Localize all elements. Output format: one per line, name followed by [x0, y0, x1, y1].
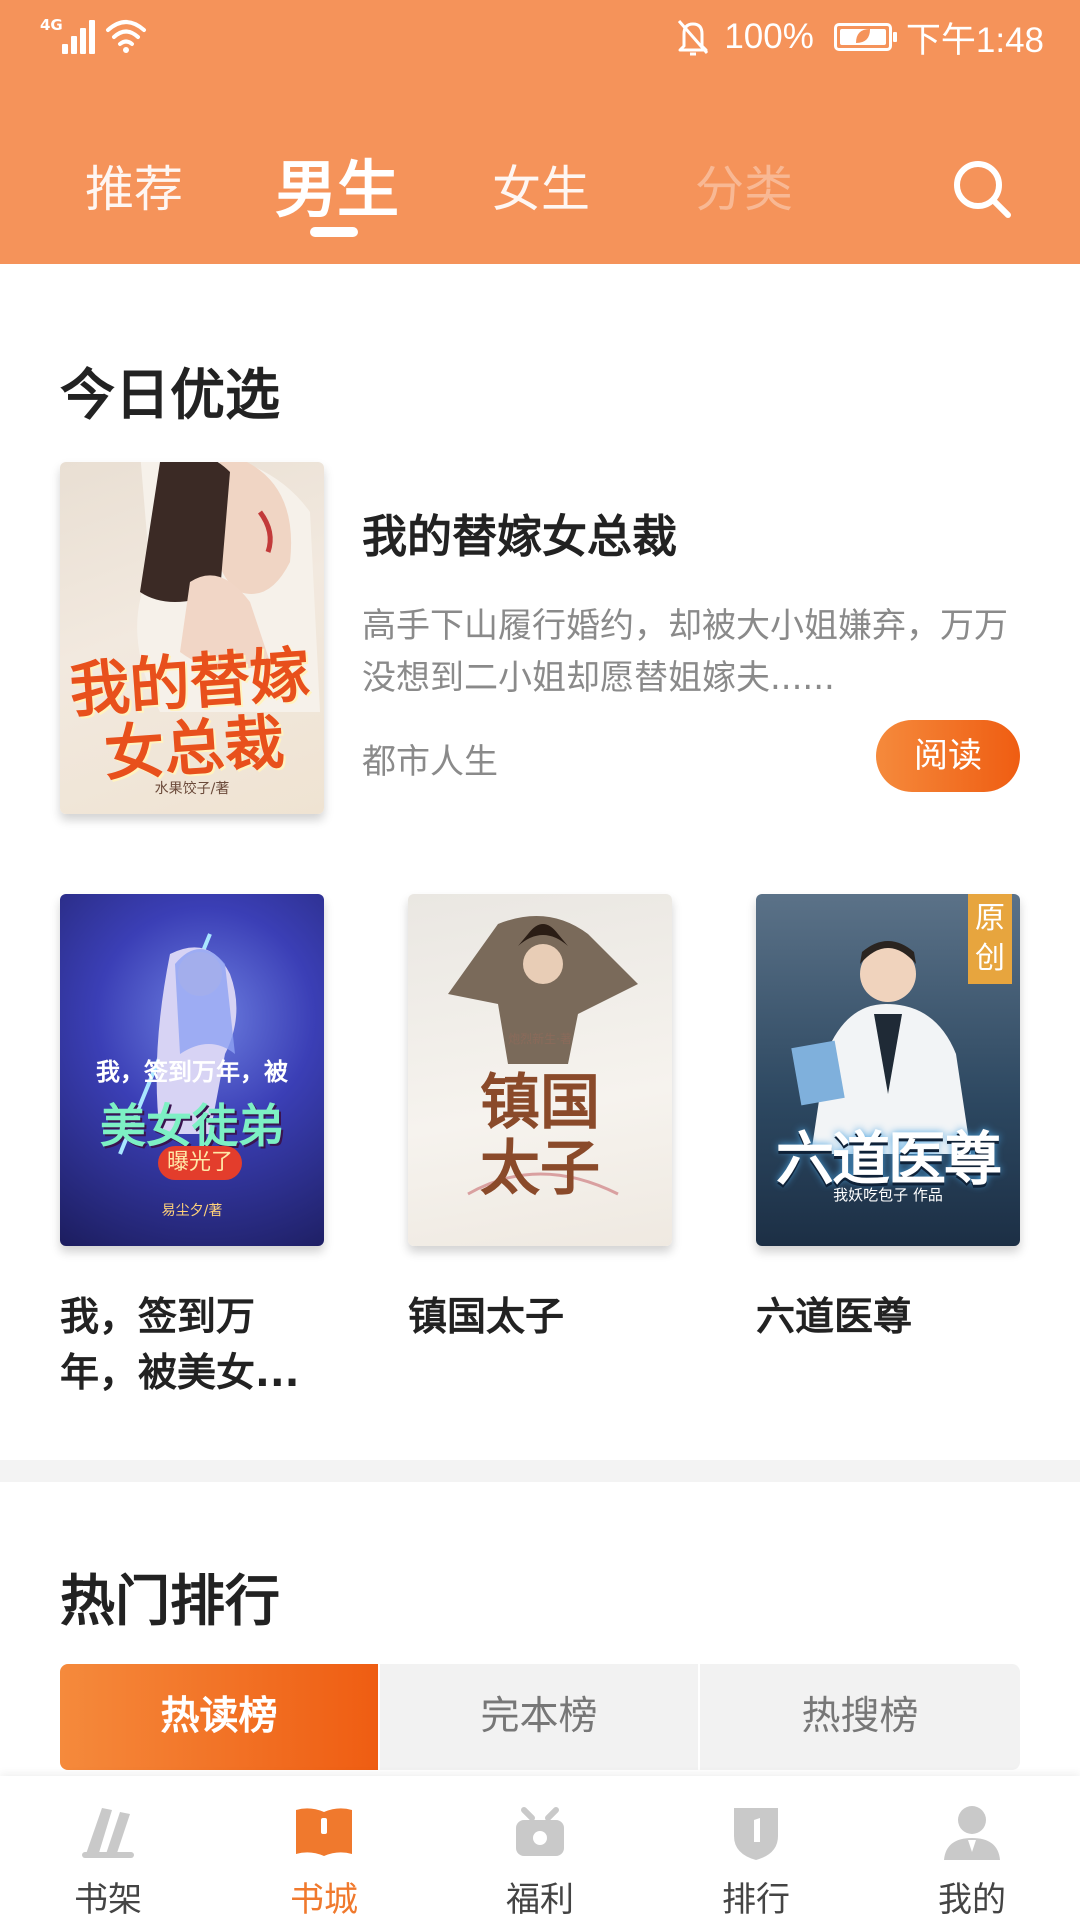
- ranking-tabs: 热读榜 完本榜 热搜榜: [60, 1664, 1020, 1770]
- bookshelf-icon: [82, 1808, 134, 1858]
- battery-percent: 100%: [724, 17, 814, 56]
- featured-book-description: 高手下山履行婚约，却被大小姐嫌弃，万万没想到二小姐却愿替姐嫁夫......: [362, 606, 1008, 698]
- tab-completed[interactable]: 完本榜: [380, 1664, 698, 1770]
- nav-label: 我的: [938, 1880, 1006, 1920]
- nav-ranking[interactable]: 排行: [648, 1776, 864, 1920]
- tab-female[interactable]: 女生: [487, 140, 595, 240]
- book-title[interactable]: 六道医尊: [756, 1290, 1026, 1346]
- today-picks-title: 今日优选: [60, 363, 281, 427]
- featured-cover-author: 水果饺子/著: [154, 781, 230, 797]
- signal-icon: [62, 18, 96, 54]
- nav-label: 书城: [290, 1880, 358, 1920]
- book-cover[interactable]: 六道医尊 我妖吃包子 作品 原创: [756, 894, 1020, 1246]
- featured-cover-title-art: 我的替嫁 女总裁: [67, 639, 312, 791]
- tab-hot-search[interactable]: 热搜榜: [700, 1664, 1020, 1770]
- cover-subtitle: 我，签到万年，被: [96, 1058, 288, 1086]
- nav-label: 排行: [722, 1880, 790, 1920]
- cover-author: 易尘夕/著: [161, 1203, 223, 1219]
- featured-book-title[interactable]: 我的替嫁女总裁: [362, 500, 677, 565]
- nav-label: 福利: [506, 1880, 574, 1920]
- header: 4G 100% 下午1:48 推荐 男生 女生 分类: [0, 0, 1080, 264]
- active-tab-indicator: [310, 227, 358, 237]
- bell-off-icon: [678, 20, 709, 56]
- clock: 下午1:48: [905, 20, 1044, 60]
- status-right: 100% 下午1:48: [676, 12, 1044, 62]
- profile-icon: [944, 1806, 1000, 1860]
- book-title[interactable]: 我，签到万年，被美女...: [60, 1290, 330, 1402]
- status-bar: 4G 100% 下午1:48: [0, 0, 1080, 80]
- book-cover[interactable]: 我，签到万年，被 美女徒弟 曝光了 易尘夕/著: [60, 894, 324, 1246]
- nav-profile[interactable]: 我的: [864, 1776, 1080, 1920]
- featured-book-category: 都市人生: [362, 742, 498, 782]
- book-store-icon: [296, 1808, 352, 1856]
- cover-badge: 曝光了: [158, 1146, 242, 1180]
- gift-icon: [516, 1807, 564, 1856]
- nav-welfare[interactable]: 福利: [432, 1776, 648, 1920]
- cover-author: 我妖吃包子 作品: [833, 1186, 943, 1204]
- original-badge: 原创: [968, 894, 1012, 984]
- network-type: 4G: [40, 16, 63, 34]
- battery-icon: [833, 23, 897, 51]
- book-title[interactable]: 镇国太子: [408, 1290, 678, 1346]
- book-cover[interactable]: 炮烈新生·著 镇国 太子: [408, 894, 672, 1246]
- nav-bookshelf[interactable]: 书架: [0, 1776, 216, 1920]
- tab-male[interactable]: 男生: [270, 140, 404, 240]
- search-icon[interactable]: [950, 157, 1014, 221]
- tab-category[interactable]: 分类: [690, 140, 798, 240]
- ranking-icon: [734, 1808, 778, 1860]
- cover-author: 炮烈新生·著: [508, 1032, 572, 1046]
- tab-hot-read[interactable]: 热读榜: [60, 1664, 378, 1770]
- status-left: 4G: [40, 14, 150, 58]
- nav-book-store[interactable]: 书城: [216, 1776, 432, 1920]
- section-divider: [0, 1460, 1080, 1482]
- read-button[interactable]: 阅读: [876, 720, 1020, 792]
- wifi-icon: [106, 20, 146, 53]
- ranking-title: 热门排行: [60, 1569, 281, 1633]
- book-store-screen: 4G 100% 下午1:48 推荐 男生 女生 分类 今日优选 我的替嫁 女总裁…: [0, 0, 1080, 1920]
- bottom-nav: 书架 书城 福利 排行 我的: [0, 1776, 1080, 1920]
- nav-label: 书架: [74, 1880, 142, 1920]
- top-tabs: 推荐 男生 女生 分类: [0, 140, 1080, 240]
- tab-recommend[interactable]: 推荐: [80, 140, 188, 240]
- cover-title-art: 镇国 太子: [480, 1068, 600, 1204]
- featured-book-cover[interactable]: 我的替嫁 女总裁 水果饺子/著: [60, 462, 324, 814]
